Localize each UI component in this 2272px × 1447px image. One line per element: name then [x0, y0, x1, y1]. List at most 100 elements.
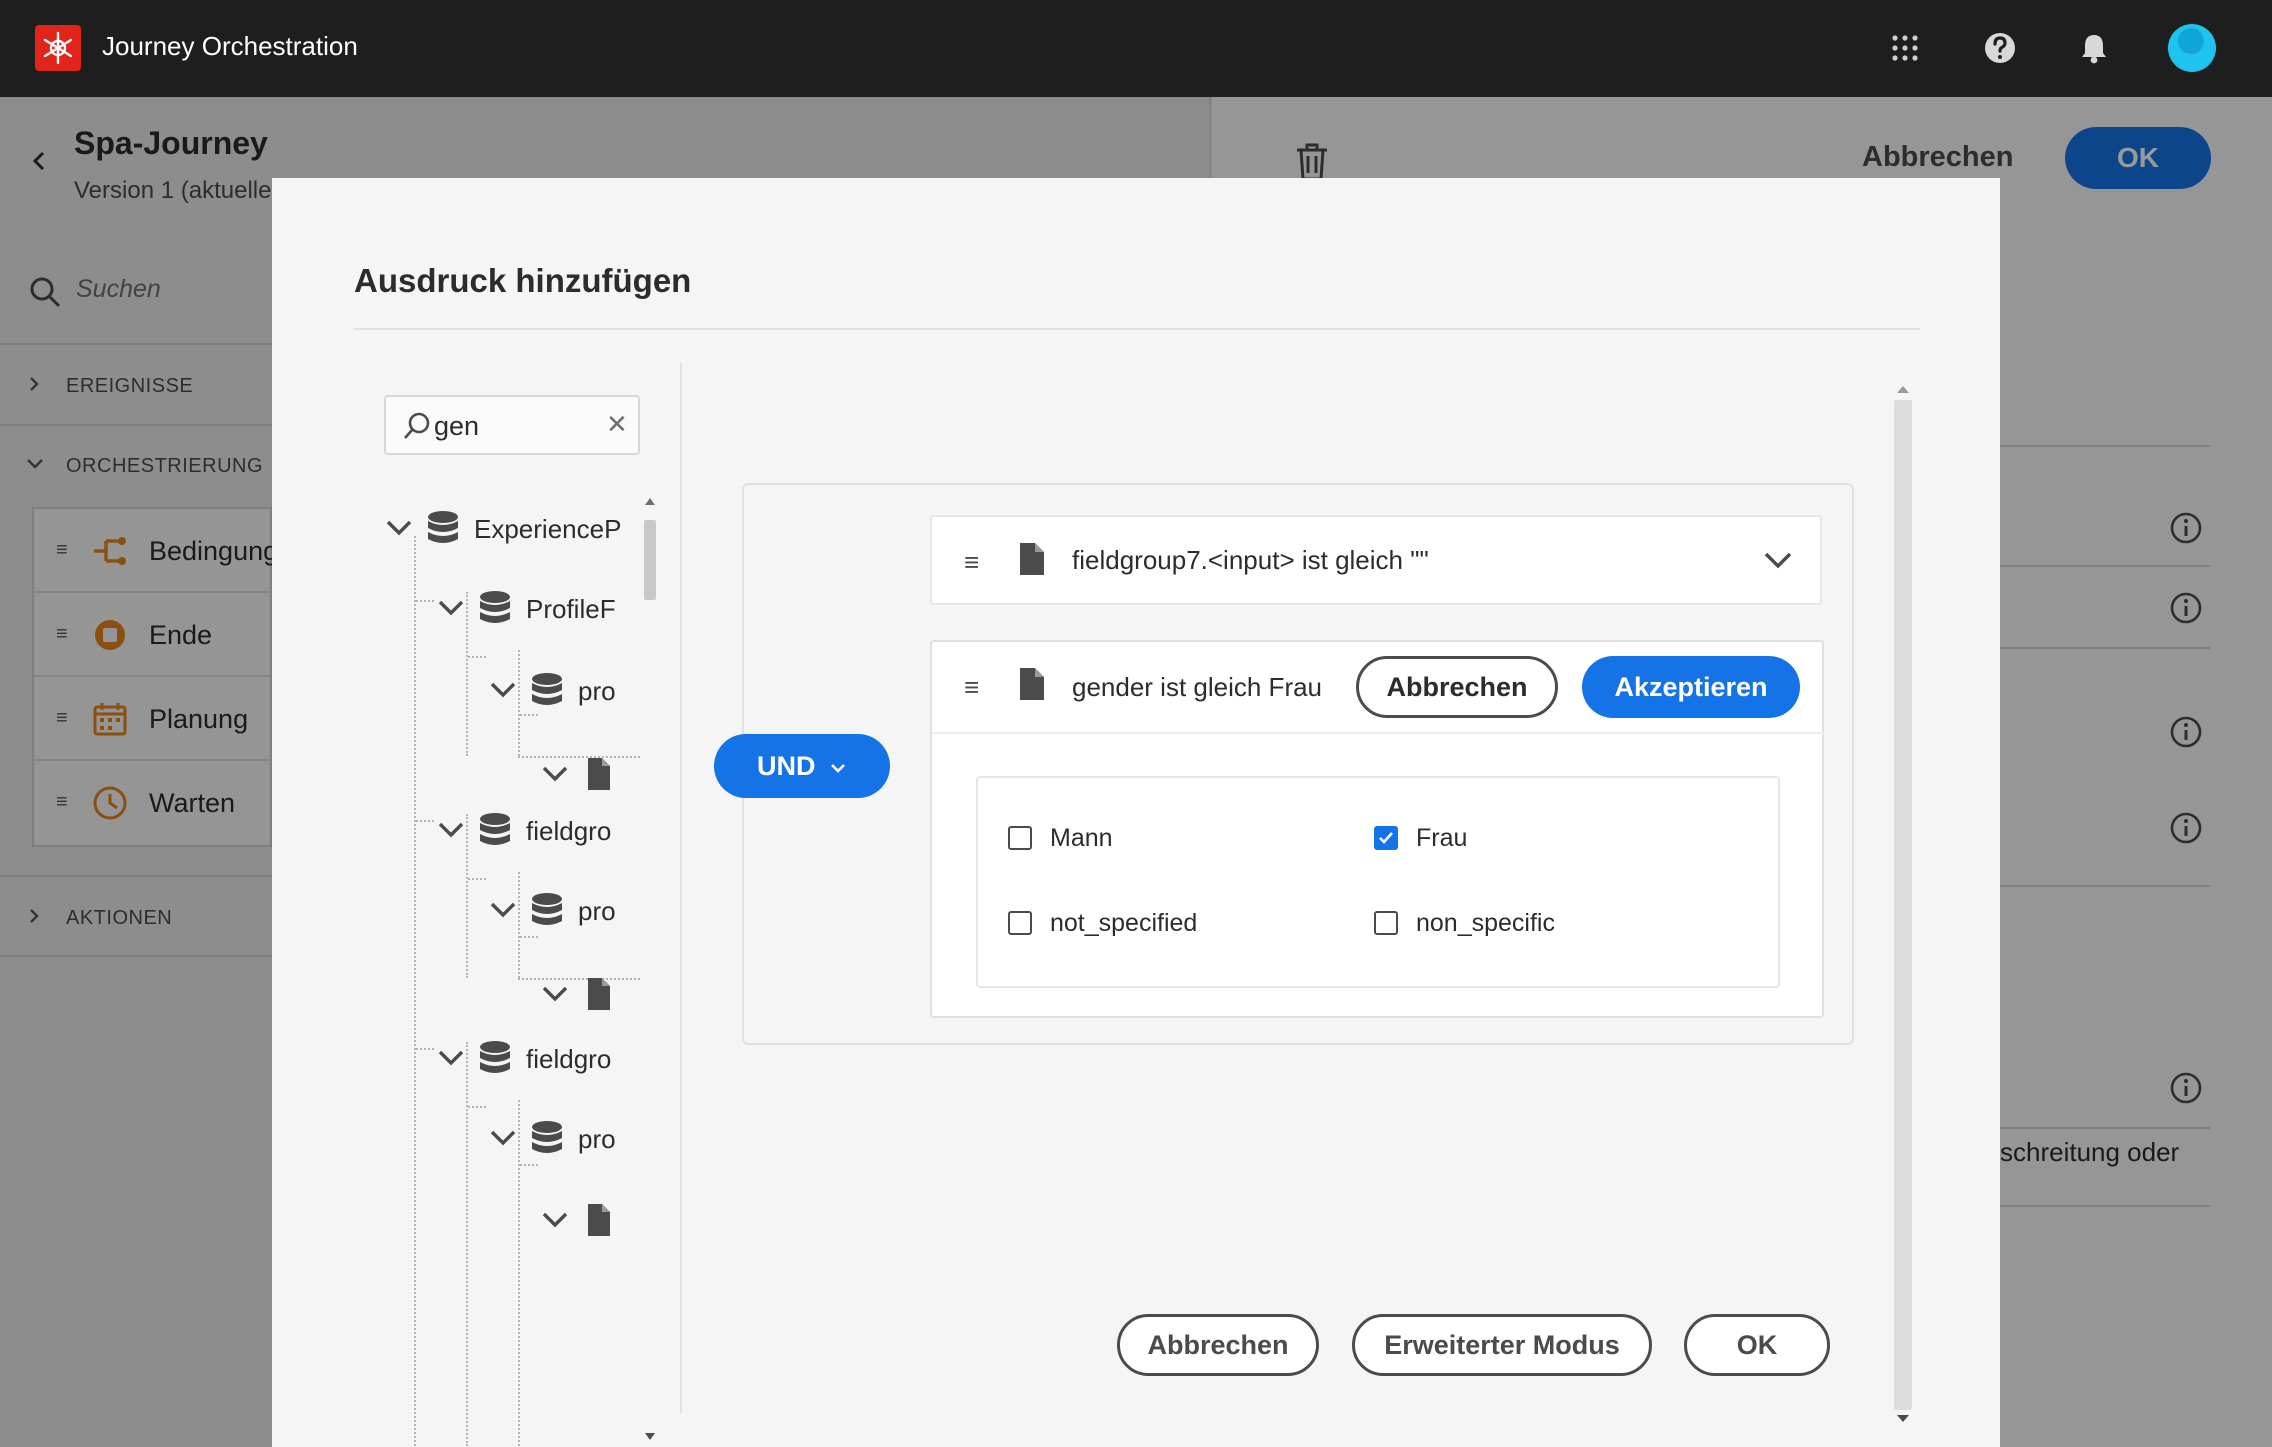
database-icon [532, 1121, 562, 1153]
condition-row[interactable]: ≡ fieldgroup7.<input> ist gleich "" [930, 515, 1822, 605]
value-options: Mann Frau not_specified non_specific [976, 776, 1780, 988]
field-tree: ExperienceP ProfileF pro fieldgro pro fi… [384, 496, 640, 1446]
tree-guide-line [468, 1106, 486, 1108]
chevron-down-icon[interactable] [540, 982, 570, 1006]
chevron-down-icon[interactable] [488, 898, 518, 922]
tree-guide-line [468, 878, 486, 880]
tree-node[interactable]: fieldgro [436, 1038, 640, 1078]
tree-search-input[interactable]: gen [434, 411, 479, 442]
chevron-down-icon[interactable] [436, 818, 466, 842]
tree-scrollbar[interactable] [642, 496, 656, 1446]
chevron-down-icon[interactable] [384, 516, 414, 540]
tree-node[interactable]: fieldgro [436, 810, 640, 850]
add-expression-dialog: Ausdruck hinzufügen gen ✕ ExperienceP Pr… [272, 178, 2000, 1447]
chevron-down-icon[interactable] [540, 762, 570, 786]
condition-editor-header: ≡ gender ist gleich Frau Abbrechen Akzep… [932, 642, 1824, 734]
chevron-down-icon[interactable] [488, 1126, 518, 1150]
document-icon [1020, 668, 1044, 700]
checkbox[interactable] [1008, 826, 1032, 850]
drag-handle-icon[interactable]: ≡ [964, 547, 979, 578]
user-avatar[interactable] [2168, 24, 2216, 72]
tree-node-label: ProfileF [526, 594, 616, 624]
condition-accept-button[interactable]: Akzeptieren [1582, 656, 1800, 718]
tree-scrollbar-thumb[interactable] [644, 520, 656, 600]
tree-guide-line [468, 656, 486, 658]
tree-guide-line [414, 536, 416, 1446]
tree-guide-line [520, 1164, 538, 1166]
condition-text: gender ist gleich Frau [1072, 672, 1323, 702]
tree-guide-line [416, 820, 434, 822]
tree-node[interactable]: pro [488, 670, 640, 710]
tree-node[interactable] [540, 754, 640, 794]
tree-guide-line [466, 1042, 468, 1446]
checkmark-icon [1379, 832, 1393, 844]
option-checkbox[interactable]: not_specified [1008, 905, 1268, 941]
scroll-up-icon[interactable] [1896, 384, 1910, 394]
option-label: not_specified [1050, 909, 1198, 937]
checkbox[interactable] [1374, 911, 1398, 935]
app-title: Journey Orchestration [102, 31, 358, 61]
document-icon [588, 1204, 610, 1236]
database-icon [480, 1041, 510, 1073]
option-label: Frau [1416, 824, 1468, 852]
condition-editor: ≡ gender ist gleich Frau Abbrechen Akzep… [930, 640, 1824, 1018]
dialog-title: Ausdruck hinzufügen [354, 262, 692, 299]
tree-node-label: pro [578, 896, 616, 926]
document-icon [588, 758, 610, 790]
help-icon[interactable] [1978, 26, 2022, 70]
database-icon [480, 591, 510, 623]
scroll-down-icon[interactable] [644, 1432, 656, 1442]
document-icon [588, 978, 610, 1010]
database-icon [480, 813, 510, 845]
tree-guide-line [520, 714, 538, 716]
option-label: non_specific [1416, 909, 1555, 937]
divider [354, 328, 1920, 330]
dialog-ok-button[interactable]: OK [1684, 1314, 1830, 1376]
notifications-bell-icon[interactable] [2072, 26, 2116, 70]
condition-cancel-button[interactable]: Abbrechen [1356, 656, 1558, 718]
canvas-scrollbar[interactable] [1892, 378, 1914, 1428]
adobe-logo-icon[interactable] [35, 25, 81, 71]
option-label: Mann [1050, 824, 1113, 852]
advanced-mode-button[interactable]: Erweiterter Modus [1352, 1314, 1652, 1376]
chevron-down-icon [831, 764, 845, 773]
checkbox-checked[interactable] [1374, 826, 1398, 850]
tree-guide-line [416, 600, 434, 602]
operator-label: UND [756, 751, 816, 781]
scroll-up-icon[interactable] [644, 496, 656, 506]
chevron-down-icon[interactable] [540, 1208, 570, 1232]
chevron-down-icon[interactable] [436, 596, 466, 620]
dialog-cancel-button[interactable]: Abbrechen [1117, 1314, 1319, 1376]
chevron-down-icon[interactable] [1760, 545, 1796, 575]
drag-handle-icon[interactable]: ≡ [964, 672, 979, 703]
chevron-down-icon[interactable] [436, 1046, 466, 1070]
divider [680, 363, 682, 1413]
option-checkbox[interactable]: Frau [1374, 820, 1634, 856]
tree-guide-line [416, 1048, 434, 1050]
apps-grid-icon[interactable] [1883, 26, 1927, 70]
option-checkbox[interactable]: non_specific [1374, 905, 1634, 941]
database-icon [428, 511, 458, 543]
document-icon [1020, 543, 1044, 575]
tree-node[interactable] [540, 1200, 640, 1240]
database-icon [532, 673, 562, 705]
canvas-scrollbar-thumb[interactable] [1894, 400, 1912, 1410]
tree-node-label: pro [578, 676, 616, 706]
search-icon [404, 412, 430, 439]
clear-search-icon[interactable]: ✕ [606, 409, 628, 440]
tree-node-label: ExperienceP [474, 514, 622, 544]
top-bar: Journey Orchestration [0, 0, 2272, 97]
option-checkbox[interactable]: Mann [1008, 820, 1268, 856]
operator-dropdown[interactable]: UND [714, 734, 890, 798]
scroll-down-icon[interactable] [1896, 1414, 1910, 1424]
tree-node[interactable]: ProfileF [436, 588, 640, 628]
tree-node[interactable]: ExperienceP [384, 508, 640, 548]
tree-node[interactable]: pro [488, 1118, 640, 1158]
tree-node-label: fieldgro [526, 1044, 612, 1074]
tree-node[interactable]: pro [488, 890, 640, 930]
chevron-down-icon[interactable] [488, 678, 518, 702]
tree-guide-line [520, 936, 538, 938]
checkbox[interactable] [1008, 911, 1032, 935]
tree-node[interactable] [540, 974, 640, 1014]
tree-search-field[interactable]: gen ✕ [384, 395, 640, 455]
